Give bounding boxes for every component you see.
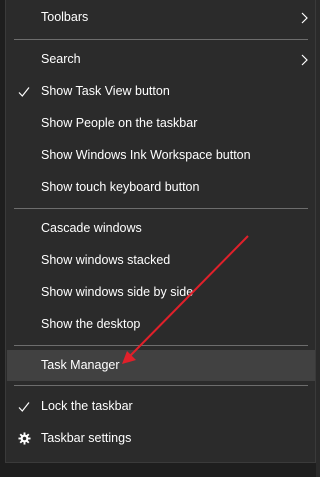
- menu-item-windows-stacked[interactable]: Show windows stacked: [7, 245, 315, 276]
- menu-item-label: Lock the taskbar: [41, 399, 133, 413]
- checkmark-icon: [18, 402, 30, 412]
- checkmark-icon: [18, 87, 30, 97]
- gear-icon: [18, 432, 31, 445]
- menu-separator: [14, 39, 308, 40]
- menu-item-lock-taskbar[interactable]: Lock the taskbar: [7, 391, 315, 422]
- menu-item-taskbar-settings[interactable]: Taskbar settings: [7, 423, 315, 454]
- menu-item-label: Show People on the taskbar: [41, 116, 198, 130]
- menu-item-show-ink-workspace[interactable]: Show Windows Ink Workspace button: [7, 140, 315, 171]
- window-edge: [316, 0, 320, 477]
- menu-item-label: Show Windows Ink Workspace button: [41, 148, 251, 162]
- menu-item-task-manager[interactable]: Task Manager: [7, 350, 315, 381]
- chevron-right-icon: [301, 12, 308, 24]
- menu-item-show-desktop[interactable]: Show the desktop: [7, 309, 315, 340]
- menu-item-label: Show touch keyboard button: [41, 180, 200, 194]
- menu-item-cascade-windows[interactable]: Cascade windows: [7, 213, 315, 244]
- menu-separator: [14, 345, 308, 346]
- menu-separator: [14, 208, 308, 209]
- menu-item-label: Show the desktop: [41, 317, 141, 331]
- desktop-background: Toolbars Search Show Task View button Sh…: [0, 0, 320, 477]
- menu-item-show-task-view[interactable]: Show Task View button: [7, 76, 315, 107]
- taskbar-context-menu: Toolbars Search Show Task View button Sh…: [5, 0, 316, 463]
- menu-item-windows-side-by-side[interactable]: Show windows side by side: [7, 277, 315, 308]
- menu-item-toolbars[interactable]: Toolbars: [7, 2, 315, 33]
- menu-separator: [14, 385, 308, 386]
- menu-item-label: Task Manager: [41, 358, 120, 372]
- menu-item-label: Show windows side by side: [41, 285, 194, 299]
- menu-item-show-people[interactable]: Show People on the taskbar: [7, 108, 315, 139]
- menu-item-search[interactable]: Search: [7, 44, 315, 75]
- menu-item-show-touch-keyboard[interactable]: Show touch keyboard button: [7, 172, 315, 203]
- menu-item-label: Search: [41, 52, 81, 66]
- menu-item-label: Show windows stacked: [41, 253, 171, 267]
- menu-item-label: Toolbars: [41, 10, 89, 24]
- chevron-right-icon: [301, 54, 308, 66]
- menu-item-label: Show Task View button: [41, 84, 170, 98]
- menu-item-label: Cascade windows: [41, 221, 142, 235]
- menu-item-label: Taskbar settings: [41, 431, 132, 445]
